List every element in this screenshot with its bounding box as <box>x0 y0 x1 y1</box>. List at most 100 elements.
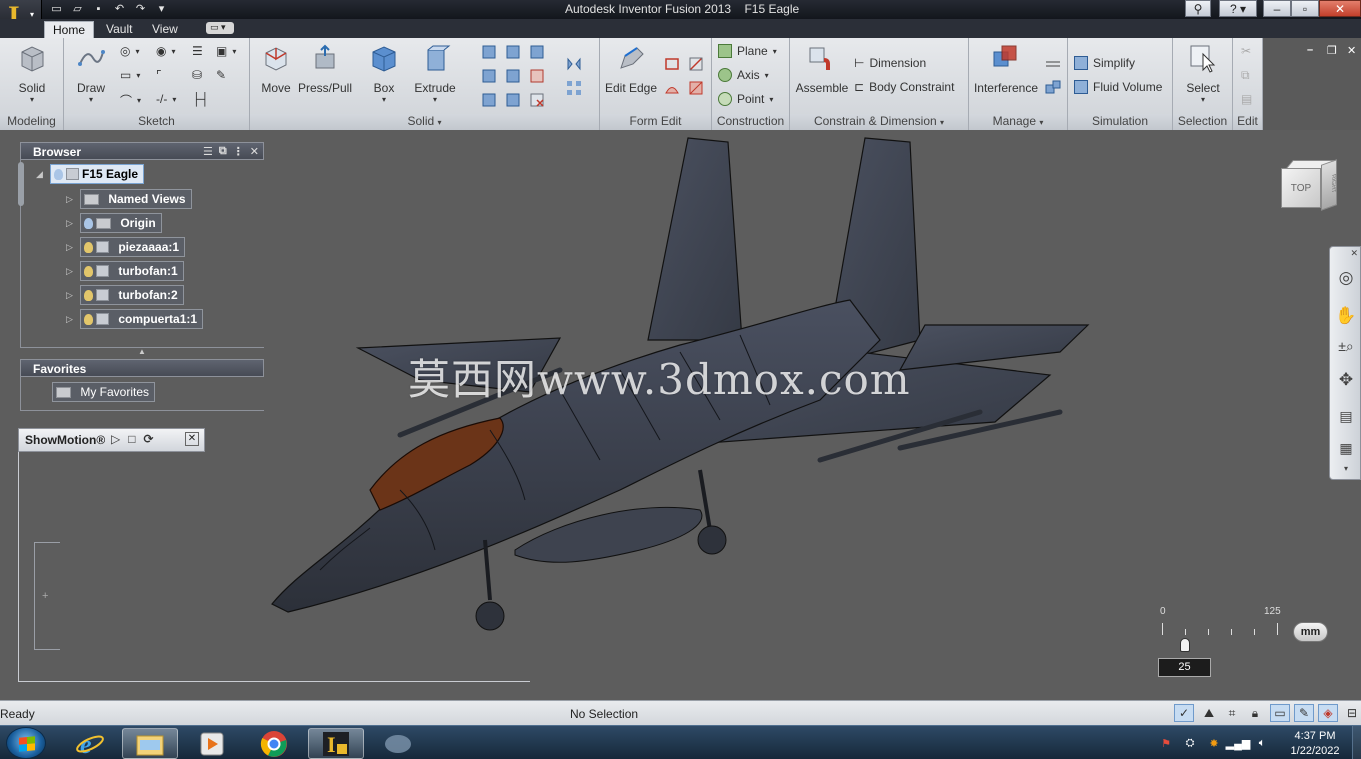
taskbar-clock[interactable]: 4:37 PM 1/22/2022 <box>1284 729 1346 759</box>
simplify-button[interactable]: Simplify <box>1074 56 1135 70</box>
tree-item-component[interactable]: ▷ turbofan:1 <box>66 261 184 281</box>
tweak-icon[interactable] <box>688 56 704 72</box>
volume-icon[interactable]: 🔈︎ <box>1254 735 1270 751</box>
chevron-down-icon[interactable]: ▾ <box>1333 461 1359 475</box>
tab-vault[interactable]: Vault <box>98 21 140 38</box>
doc-minimize-button[interactable]: – <box>1307 44 1313 56</box>
help-button[interactable]: ? ▾ <box>1219 0 1257 17</box>
show-desktop-button[interactable] <box>1352 726 1361 759</box>
measure-icon[interactable] <box>1045 56 1061 72</box>
paste-icon[interactable]: ▤ <box>1241 92 1252 106</box>
tree-item-component[interactable]: ▷ piezaaaa:1 <box>66 237 186 257</box>
shell-icon[interactable] <box>505 68 521 84</box>
loop-icon[interactable]: ⟳ <box>143 432 153 446</box>
snap-icon[interactable]: ✓ <box>1174 704 1194 722</box>
circle-tool[interactable]: ◎ ▾ <box>120 44 140 58</box>
close-button[interactable]: ✕ <box>1319 0 1361 17</box>
favorites-item[interactable]: My Favorites <box>52 382 156 402</box>
tree-item-component[interactable]: ▷ turbofan:2 <box>66 285 184 305</box>
draft-icon[interactable] <box>529 68 545 84</box>
taskbar-media-player[interactable] <box>184 728 240 759</box>
ribbon-display-toggle[interactable]: ▭ ▾ <box>206 22 234 34</box>
expand-arrow-icon[interactable]: ▷ <box>66 218 76 229</box>
rectangle-tool[interactable]: ▭ ▾ <box>120 68 140 82</box>
tab-home[interactable]: Home <box>44 21 95 38</box>
start-button[interactable] <box>6 727 46 759</box>
point-button[interactable]: Point ▾ <box>718 92 773 106</box>
spline-tool[interactable]: ⌒ ▾ <box>120 92 141 109</box>
showmotion-icon[interactable]: ▦ <box>1333 435 1359 461</box>
fillet-icon[interactable] <box>481 68 497 84</box>
visibility-bulb-icon[interactable] <box>84 265 93 277</box>
copy-icon[interactable]: ⧉ <box>1241 68 1250 83</box>
taskbar-internet-explorer[interactable]: e <box>62 728 118 759</box>
window-select-icon[interactable]: ▭ <box>1270 704 1290 722</box>
layout-icon[interactable]: ⊟ <box>1342 704 1361 722</box>
move-button[interactable]: Move <box>258 42 294 95</box>
tree-item-origin[interactable]: ▷ Origin <box>66 213 162 233</box>
tree-node[interactable]: compuerta1:1 <box>80 309 204 329</box>
scale-value-field[interactable]: 25 <box>1158 658 1211 677</box>
tree-node-root[interactable]: F15 Eagle <box>50 164 145 184</box>
viewcube-right-face[interactable]: RIGHT <box>1321 159 1337 211</box>
expand-arrow-icon[interactable]: ▷ <box>66 266 76 277</box>
pattern-icon[interactable] <box>566 80 582 96</box>
visibility-bulb-icon[interactable] <box>84 241 93 253</box>
edit-tool[interactable]: ✎ <box>216 68 226 82</box>
doc-close-button[interactable]: ✕ <box>1347 44 1356 57</box>
qat-dropdown-icon[interactable]: ▾ <box>153 1 170 16</box>
visual-style-icon[interactable]: ◈ <box>1318 704 1338 722</box>
close-icon[interactable]: ✕ <box>185 432 199 446</box>
select-button[interactable]: Select ▾ <box>1181 42 1225 104</box>
pan-hand-icon[interactable]: ✋ <box>1333 303 1359 329</box>
chevron-down-icon[interactable]: ▾ <box>940 118 944 127</box>
viewcube[interactable]: TOP RIGHT <box>1279 159 1339 216</box>
expand-arrow-icon[interactable]: ▷ <box>66 194 76 205</box>
panel-splitter[interactable]: ▲ <box>20 347 264 357</box>
sweep-icon[interactable] <box>505 44 521 60</box>
edit-face-icon[interactable] <box>664 56 680 72</box>
new-file-icon[interactable]: ▭ <box>48 1 65 16</box>
expand-arrow-icon[interactable]: ▷ <box>66 290 76 301</box>
interference-button[interactable]: Interference <box>971 42 1041 95</box>
selection-box-icon[interactable]: ⌗ <box>1222 704 1242 722</box>
action-center-icon[interactable]: ⚑ <box>1158 735 1174 751</box>
draw-button[interactable]: Draw ▾ <box>74 42 108 104</box>
units-button[interactable]: mm <box>1293 622 1328 642</box>
viewcube-top-face[interactable]: TOP <box>1281 168 1321 208</box>
tree-item-component[interactable]: ▷ compuerta1:1 <box>66 309 204 329</box>
taskbar-file-explorer[interactable] <box>122 728 178 759</box>
tree-node[interactable]: Origin <box>80 213 162 233</box>
axis-button[interactable]: Axis ▾ <box>718 68 769 82</box>
open-file-icon[interactable]: ▱ <box>69 1 86 16</box>
visibility-bulb-icon[interactable] <box>84 217 93 229</box>
chevron-down-icon[interactable]: ▾ <box>438 118 442 127</box>
zoom-icon[interactable]: ±⌕ <box>1333 333 1359 359</box>
usb-icon[interactable]: ⛭ <box>1182 735 1198 751</box>
pin-icon[interactable]: ⚲ <box>1185 0 1211 17</box>
redo-icon[interactable]: ↷ <box>132 1 149 16</box>
collapse-arrow-icon[interactable]: ◢ <box>36 169 46 180</box>
visibility-bulb-icon[interactable] <box>54 168 63 180</box>
tree-root[interactable]: ◢ F15 Eagle <box>36 164 145 184</box>
taskbar-inventor-fusion[interactable]: I <box>308 728 364 759</box>
close-icon[interactable]: ✕ <box>1350 248 1358 259</box>
solid-button[interactable]: Solid ▾ <box>12 42 52 104</box>
extrude-button[interactable]: Extrude ▾ <box>412 42 458 104</box>
tree-node[interactable]: turbofan:2 <box>80 285 184 305</box>
project-tool[interactable]: ☰ <box>192 44 203 58</box>
press-pull-button[interactable]: Press/Pull <box>298 42 352 95</box>
properties-icon[interactable] <box>1045 80 1061 96</box>
close-icon[interactable]: ✕ <box>250 145 259 158</box>
crease-icon[interactable] <box>688 80 704 96</box>
cut-icon[interactable]: ✂ <box>1241 44 1251 58</box>
play-icon[interactable]: ▷ <box>111 432 120 446</box>
tree-node[interactable]: My Favorites <box>52 382 156 402</box>
tree-item-named-views[interactable]: ▷ Named Views <box>66 189 192 209</box>
add-shot-icon[interactable]: + <box>42 590 48 602</box>
revolve-icon[interactable] <box>481 44 497 60</box>
split-icon[interactable] <box>505 92 521 108</box>
expand-arrow-icon[interactable]: ▷ <box>66 314 76 325</box>
edit-edge-button[interactable]: Edit Edge <box>604 42 658 95</box>
filter-icon[interactable]: ☰ <box>203 145 213 158</box>
